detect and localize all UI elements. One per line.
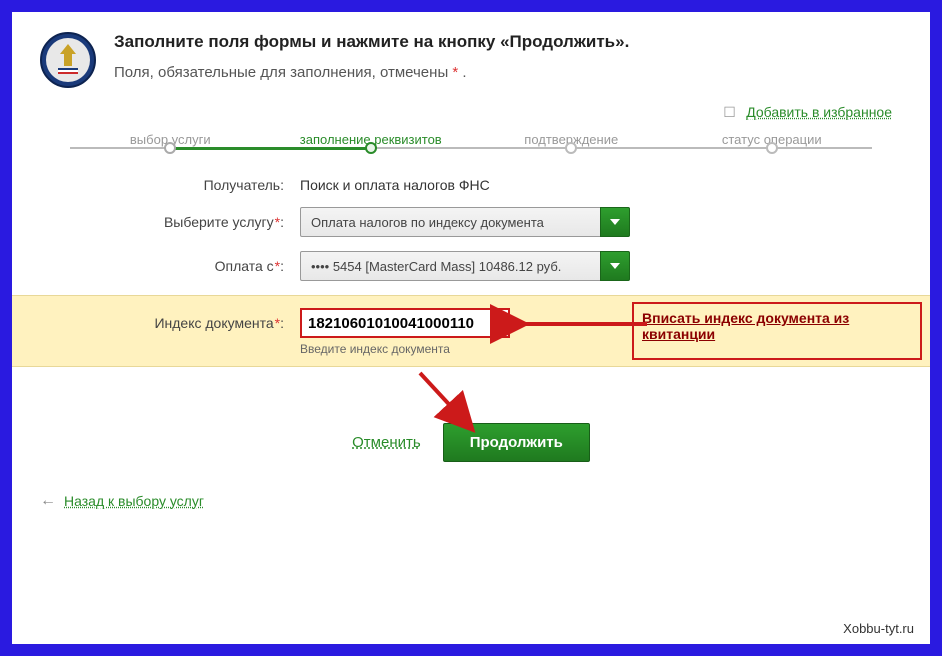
recipient-value: Поиск и оплата налогов ФНС bbox=[300, 177, 490, 193]
fns-logo bbox=[40, 32, 96, 88]
step-choose-service: выбор услуги bbox=[70, 132, 271, 155]
continue-button[interactable]: Продолжить bbox=[443, 423, 590, 462]
row-payfrom: Оплата с*: •••• 5454 [MasterCard Mass] 1… bbox=[40, 251, 902, 281]
chevron-down-icon[interactable] bbox=[600, 207, 630, 237]
annotation-callout: Вписать индекс документа из квитанции bbox=[632, 302, 922, 360]
docindex-label: Индекс документа*: bbox=[40, 315, 300, 331]
service-label: Выберите услугу*: bbox=[40, 214, 300, 230]
highlighted-docindex-row: Индекс документа*: Введите индекс докуме… bbox=[12, 295, 930, 367]
step-fill-requisites: заполнение реквизитов bbox=[271, 132, 472, 155]
row-service: Выберите услугу*: Оплата налогов по инде… bbox=[40, 207, 902, 237]
step-confirm: подтверждение bbox=[471, 132, 672, 155]
bookmark-icon: ☐ bbox=[723, 104, 736, 120]
header: Заполните поля формы и нажмите на кнопку… bbox=[40, 32, 902, 88]
required-note: Поля, обязательные для заполнения, отмеч… bbox=[114, 64, 629, 81]
arrow-left-icon: ← bbox=[40, 492, 56, 510]
form: Получатель: Поиск и оплата налогов ФНС В… bbox=[40, 177, 902, 367]
row-recipient: Получатель: Поиск и оплата налогов ФНС bbox=[40, 177, 902, 193]
add-favorite-link[interactable]: Добавить в избранное bbox=[746, 104, 892, 120]
actions-row: Отменить Продолжить bbox=[40, 423, 902, 462]
watermark: Xobbu-tyt.ru bbox=[843, 621, 914, 636]
progress-stepper: выбор услуги заполнение реквизитов подтв… bbox=[70, 132, 872, 155]
recipient-label: Получатель: bbox=[40, 177, 300, 193]
payfrom-label: Оплата с*: bbox=[40, 258, 300, 274]
cancel-link[interactable]: Отменить bbox=[352, 434, 421, 451]
page-title: Заполните поля формы и нажмите на кнопку… bbox=[114, 32, 629, 52]
page: Заполните поля формы и нажмите на кнопку… bbox=[12, 12, 930, 644]
service-select[interactable]: Оплата налогов по индексу документа bbox=[300, 207, 630, 237]
payfrom-select[interactable]: •••• 5454 [MasterCard Mass] 10486.12 руб… bbox=[300, 251, 630, 281]
step-status: статус операции bbox=[672, 132, 873, 155]
back-link[interactable]: Назад к выбору услуг bbox=[64, 493, 204, 509]
docindex-input[interactable] bbox=[300, 308, 510, 338]
chevron-down-icon[interactable] bbox=[600, 251, 630, 281]
